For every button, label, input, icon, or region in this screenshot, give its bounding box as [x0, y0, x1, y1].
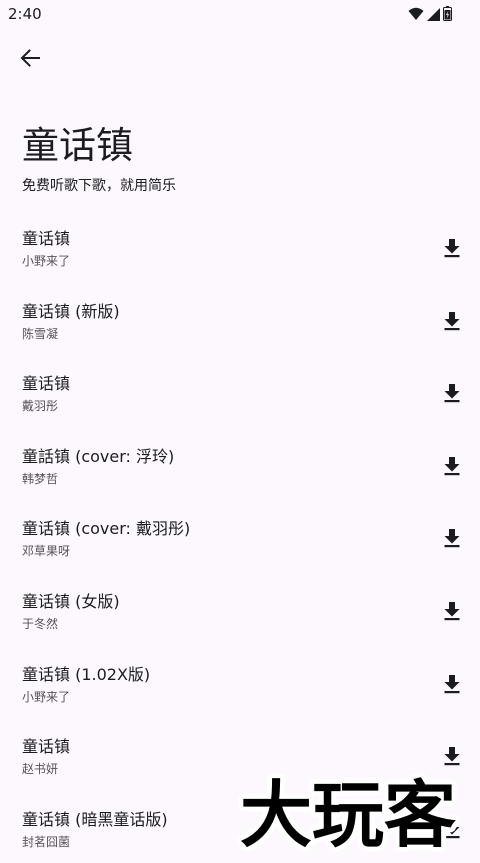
song-artist: 戴羽彤	[22, 399, 59, 414]
song-title: 童话镇	[22, 374, 71, 394]
song-title: 童话镇 (新版)	[22, 301, 120, 321]
song-row[interactable]: 童话镇 (cover: 戴羽彤) 邓草果呀	[0, 500, 480, 573]
wifi-icon	[408, 6, 424, 25]
signal-icon	[427, 6, 440, 25]
song-artist: 封茗囧菌	[22, 834, 71, 849]
download-icon	[443, 311, 461, 335]
song-title: 童话镇	[22, 737, 71, 757]
download-button[interactable]	[436, 452, 468, 484]
song-row[interactable]: 童话镇 (暗黑童话版) 封茗囧菌	[0, 791, 480, 863]
song-title: 童话镇 (暗黑童话版)	[22, 809, 168, 829]
status-time: 2:40	[8, 5, 42, 23]
download-button[interactable]	[436, 234, 468, 266]
song-artist: 小野来了	[22, 689, 71, 704]
song-list: 童话镇 小野来了 童话镇 (新版) 陈雪凝 童话镇 戴羽彤 童話镇 (cover…	[0, 210, 480, 863]
download-icon	[443, 238, 461, 262]
download-icon	[443, 746, 461, 770]
song-title: 童话镇 (1.02X版)	[22, 664, 151, 684]
download-icon	[443, 383, 461, 407]
song-title: 童话镇	[22, 229, 71, 248]
song-artist: 陈雪凝	[22, 326, 59, 341]
download-button[interactable]	[436, 379, 468, 411]
download-button[interactable]	[436, 815, 468, 847]
download-button[interactable]	[436, 524, 468, 556]
back-button[interactable]	[12, 43, 48, 77]
arrow-back-icon	[20, 49, 40, 71]
page-subtitle: 免费听歌下歌，就用简乐	[22, 178, 176, 194]
download-icon	[443, 819, 461, 843]
song-row[interactable]: 童话镇 (新版) 陈雪凝	[0, 283, 480, 356]
download-icon	[443, 674, 461, 698]
download-button[interactable]	[436, 307, 468, 339]
song-title: 童话镇 (女版)	[22, 591, 120, 611]
song-artist: 邓草果呀	[22, 544, 71, 559]
download-button[interactable]	[436, 597, 468, 629]
song-row[interactable]: 童話镇 (cover: 浮玲) 韩梦哲	[0, 428, 480, 501]
song-artist: 于冬然	[22, 616, 59, 631]
download-button[interactable]	[436, 670, 468, 702]
download-button[interactable]	[436, 742, 468, 774]
download-icon	[443, 456, 461, 480]
song-row[interactable]: 童话镇 戴羽彤	[0, 355, 480, 428]
song-title: 童话镇 (cover: 戴羽彤)	[22, 519, 191, 539]
song-row[interactable]: 童话镇 小野来了	[0, 210, 480, 283]
song-artist: 韩梦哲	[22, 471, 59, 486]
song-row[interactable]: 童话镇 赵书妍	[0, 718, 480, 791]
page-title: 童话镇	[22, 124, 133, 167]
song-row[interactable]: 童话镇 (1.02X版) 小野来了	[0, 646, 480, 719]
song-row[interactable]: 童话镇 (女版) 于冬然	[0, 573, 480, 646]
status-icons	[408, 6, 452, 25]
status-bar: 2:40	[0, 0, 480, 28]
song-artist: 赵书妍	[22, 762, 59, 777]
song-artist: 小野来了	[22, 254, 71, 268]
battery-icon	[443, 6, 452, 25]
download-icon	[443, 601, 461, 625]
song-title: 童話镇 (cover: 浮玲)	[22, 446, 175, 466]
download-icon	[443, 528, 461, 552]
